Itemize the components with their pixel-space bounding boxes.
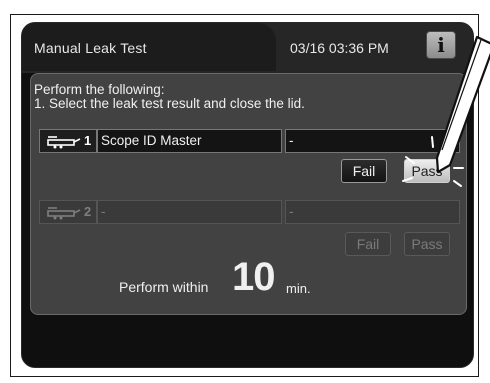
scope-icon	[47, 136, 81, 149]
secondary-field: -	[285, 200, 460, 224]
time-limit-value: 10	[232, 255, 275, 299]
scope-number: 1	[84, 133, 92, 148]
fail-button-2: Fail	[345, 232, 391, 256]
time-limit-unit: min.	[286, 281, 311, 296]
scope-icon	[47, 207, 81, 220]
pass-button-1[interactable]: Pass	[404, 159, 450, 183]
scope-row-2: 2 - -	[39, 200, 460, 224]
instructions: Perform the following: 1. Select the lea…	[34, 83, 305, 111]
scope-id-field: -	[97, 200, 282, 224]
scope-slot-1: 1	[39, 129, 97, 153]
scope-id-field: Scope ID Master	[97, 129, 282, 153]
page-title: Manual Leak Test	[34, 40, 147, 56]
datetime-display: 03/16 03:36 PM	[290, 40, 389, 56]
info-button[interactable]: i	[426, 31, 456, 59]
instruction-step: 1. Select the leak test result and close…	[34, 96, 305, 111]
instruction-heading: Perform the following:	[34, 82, 165, 97]
device-screen: Manual Leak Test 03/16 03:36 PM i Perfor…	[21, 22, 474, 368]
secondary-field: -	[285, 129, 460, 153]
header-bar: Manual Leak Test 03/16 03:36 PM i	[22, 23, 473, 73]
scope-number: 2	[84, 204, 92, 219]
time-limit-prefix: Perform within	[119, 279, 209, 295]
fail-button-1[interactable]: Fail	[341, 159, 387, 183]
scope-slot-2: 2	[39, 200, 97, 224]
scope-row-1: 1 Scope ID Master -	[39, 129, 460, 153]
pass-button-2: Pass	[404, 232, 450, 256]
